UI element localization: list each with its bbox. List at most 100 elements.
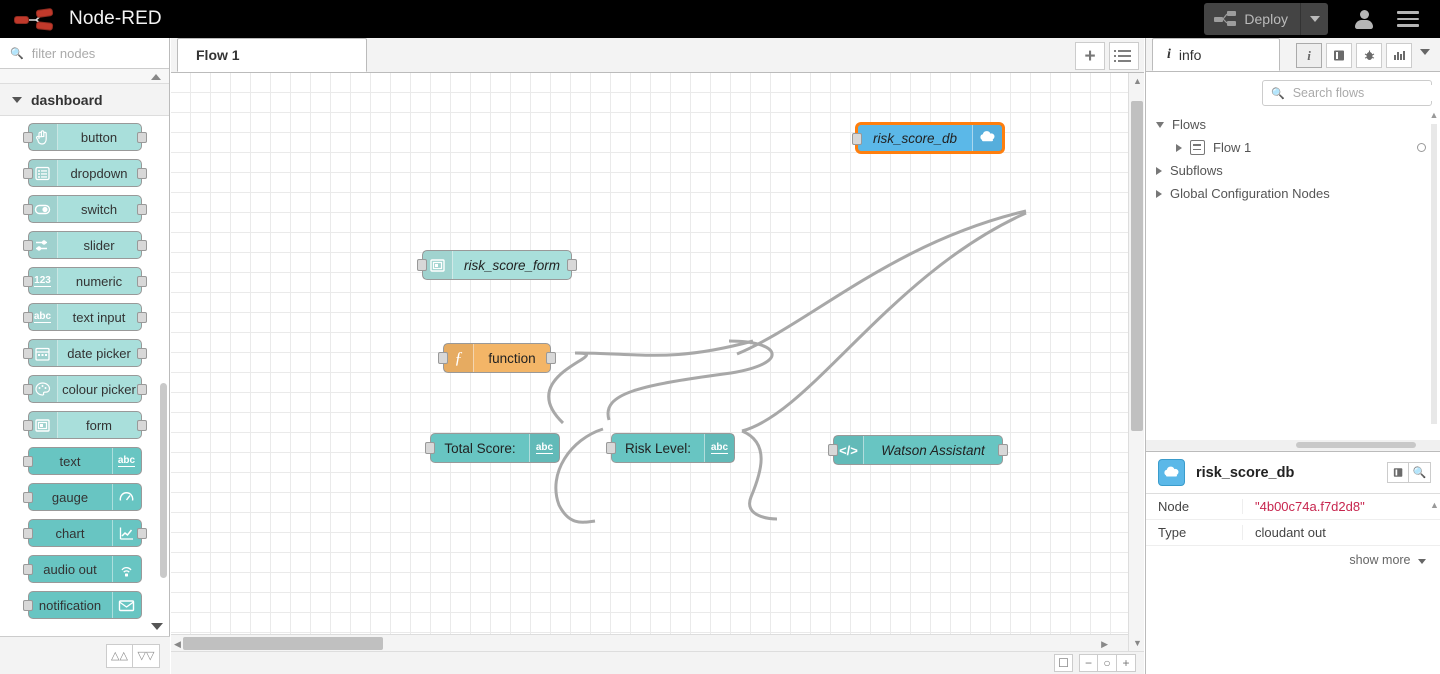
navigator-button[interactable]: ☐ bbox=[1054, 654, 1073, 672]
palette-node-text-input[interactable]: abc text input bbox=[22, 303, 147, 331]
node-output-port[interactable] bbox=[136, 312, 147, 323]
palette-node-text[interactable]: text abc bbox=[22, 447, 142, 475]
main-menu-button[interactable] bbox=[1386, 0, 1430, 38]
node-input-port[interactable] bbox=[606, 442, 616, 454]
chevron-down-icon[interactable] bbox=[1156, 121, 1164, 128]
node-input-port[interactable] bbox=[22, 348, 33, 359]
palette-node-slider[interactable]: slider bbox=[22, 231, 147, 259]
palette-node-button[interactable]: button bbox=[22, 123, 147, 151]
deploy-dropdown-button[interactable] bbox=[1300, 3, 1328, 35]
node-input-port[interactable] bbox=[828, 444, 838, 456]
properties-scrollbar[interactable]: ▲ bbox=[1430, 500, 1439, 556]
node-input-port[interactable] bbox=[22, 564, 33, 575]
node-input-port[interactable] bbox=[22, 600, 33, 611]
node-output-port[interactable] bbox=[136, 132, 147, 143]
node-output-port[interactable] bbox=[567, 259, 577, 271]
node-input-port[interactable] bbox=[852, 133, 862, 145]
scroll-up-icon[interactable]: ▲ bbox=[1133, 76, 1142, 86]
canvas-hscroll-thumb[interactable] bbox=[183, 637, 383, 650]
add-flow-button[interactable]: + bbox=[1075, 42, 1105, 70]
zoom-reset-button[interactable]: ○ bbox=[1098, 654, 1117, 672]
deploy-button[interactable]: Deploy bbox=[1204, 3, 1328, 35]
node-input-port[interactable] bbox=[22, 168, 33, 179]
flow-canvas[interactable]: risk_score_db risk_score_form ƒ function Tot… bbox=[171, 73, 1128, 651]
node-output-port[interactable] bbox=[998, 444, 1008, 456]
palette-node-dropdown[interactable]: dropdown bbox=[22, 159, 147, 187]
tab-flow-1[interactable]: Flow 1 bbox=[177, 38, 367, 72]
sidebar-hscrollbar[interactable] bbox=[1146, 440, 1440, 450]
sidebar-hscroll-thumb[interactable] bbox=[1296, 442, 1416, 448]
zoom-in-button[interactable]: + bbox=[1117, 654, 1136, 672]
deploy-button-main[interactable]: Deploy bbox=[1204, 3, 1300, 35]
chevron-right-icon[interactable] bbox=[1176, 143, 1182, 152]
node-output-port[interactable] bbox=[136, 204, 147, 215]
node-input-port[interactable] bbox=[425, 442, 435, 454]
sidebar-help-button[interactable] bbox=[1326, 43, 1352, 68]
chevron-right-icon[interactable] bbox=[1156, 166, 1162, 175]
flow-node-Watson-Assistant[interactable]: </> Watson Assistant bbox=[828, 435, 1008, 465]
scroll-down-icon[interactable] bbox=[151, 623, 163, 630]
palette-node-switch[interactable]: switch bbox=[22, 195, 147, 223]
node-input-port[interactable] bbox=[22, 204, 33, 215]
chevron-right-icon[interactable] bbox=[1156, 189, 1162, 198]
scroll-right-icon[interactable]: ▶ bbox=[1101, 639, 1108, 650]
palette-node-form[interactable]: form bbox=[22, 411, 147, 439]
node-output-port[interactable] bbox=[136, 528, 147, 539]
node-output-port[interactable] bbox=[546, 352, 556, 364]
sidebar-info-button[interactable]: i bbox=[1296, 43, 1322, 68]
show-more-button[interactable]: show more bbox=[1146, 546, 1440, 567]
canvas-vscroll-thumb[interactable] bbox=[1131, 101, 1143, 431]
palette-node-colour-picker[interactable]: colour picker bbox=[22, 375, 147, 403]
flow-node-Total-Score[interactable]: Total Score: abc bbox=[425, 433, 560, 463]
node-input-port[interactable] bbox=[22, 528, 33, 539]
filter-nodes-input[interactable] bbox=[29, 44, 160, 62]
tree-item-flows[interactable]: Flows bbox=[1146, 113, 1440, 136]
sidebar-scrollbar[interactable]: ▲ ▼ bbox=[1429, 110, 1439, 450]
canvas-vertical-scrollbar[interactable]: ▲ ▼ bbox=[1128, 73, 1144, 651]
node-input-port[interactable] bbox=[22, 420, 33, 431]
node-output-port[interactable] bbox=[136, 240, 147, 251]
palette-node-notification[interactable]: notification bbox=[22, 591, 142, 619]
palette-filter[interactable]: 🔍 bbox=[0, 38, 169, 69]
zoom-out-button[interactable]: − bbox=[1079, 654, 1098, 672]
node-input-port[interactable] bbox=[22, 240, 33, 251]
flow-node-risk_score_db[interactable]: risk_score_db bbox=[852, 123, 1004, 153]
node-input-port[interactable] bbox=[22, 384, 33, 395]
flow-node-Risk-Level[interactable]: Risk Level: abc bbox=[606, 433, 735, 463]
list-flows-button[interactable] bbox=[1109, 42, 1139, 70]
scroll-down-icon[interactable]: ▼ bbox=[1133, 638, 1142, 648]
tab-info[interactable]: i info bbox=[1152, 38, 1280, 71]
tree-item-global-configuration-nodes[interactable]: Global Configuration Nodes bbox=[1146, 182, 1440, 205]
node-output-port[interactable] bbox=[136, 348, 147, 359]
expand-all-button[interactable]: ▽▽ bbox=[133, 643, 160, 668]
palette-node-audio-out[interactable]: audio out bbox=[22, 555, 142, 583]
sidebar-dashboard-button[interactable] bbox=[1386, 43, 1412, 68]
palette-node-numeric[interactable]: 123 numeric bbox=[22, 267, 147, 295]
palette-category-dashboard[interactable]: dashboard bbox=[0, 84, 169, 116]
scroll-up-icon[interactable]: ▲ bbox=[1429, 110, 1439, 120]
sidebar-more-button[interactable] bbox=[1420, 48, 1430, 55]
scroll-up-icon[interactable]: ▲ bbox=[1430, 500, 1439, 510]
node-input-port[interactable] bbox=[22, 132, 33, 143]
scroll-left-icon[interactable]: ◀ bbox=[174, 639, 181, 650]
collapse-all-button[interactable]: △△ bbox=[106, 643, 133, 668]
node-input-port[interactable] bbox=[22, 276, 33, 287]
node-input-port[interactable] bbox=[22, 456, 33, 467]
palette-node-date-picker[interactable]: date picker bbox=[22, 339, 147, 367]
node-output-port[interactable] bbox=[136, 420, 147, 431]
node-output-port[interactable] bbox=[136, 384, 147, 395]
node-output-port[interactable] bbox=[136, 276, 147, 287]
node-input-port[interactable] bbox=[22, 312, 33, 323]
search-flows-input[interactable] bbox=[1290, 85, 1440, 101]
tree-item-flow-1[interactable]: Flow 1 bbox=[1146, 136, 1440, 159]
flow-node-risk_score_form[interactable]: risk_score_form bbox=[417, 250, 577, 280]
tree-item-subflows[interactable]: Subflows bbox=[1146, 159, 1440, 182]
palette-scrollbar[interactable] bbox=[160, 383, 167, 578]
node-input-port[interactable] bbox=[438, 352, 448, 364]
canvas-horizontal-scrollbar[interactable]: ◀ ▶ bbox=[171, 634, 1128, 651]
node-input-port[interactable] bbox=[22, 492, 33, 503]
palette-scroll-up[interactable] bbox=[0, 69, 169, 84]
node-output-port[interactable] bbox=[136, 168, 147, 179]
flow-node-function[interactable]: ƒ function bbox=[438, 343, 556, 373]
properties-help-button[interactable] bbox=[1387, 462, 1409, 483]
